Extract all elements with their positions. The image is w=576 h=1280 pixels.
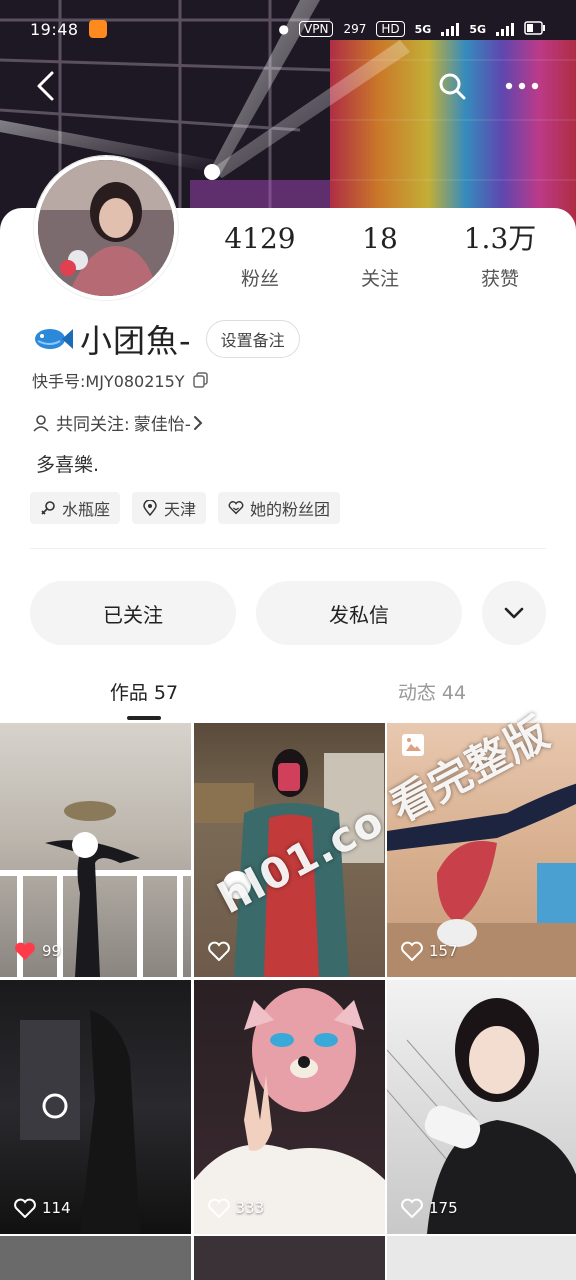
work-image — [193, 987, 385, 1234]
work-thumbnail[interactable]: 333 — [193, 979, 385, 1234]
work-thumbnail[interactable]: 99 — [0, 723, 191, 977]
heart-icon — [207, 941, 230, 961]
chevron-down-icon — [504, 607, 524, 619]
mutual-follow-label: 共同关注: — [56, 415, 130, 435]
bio-text: 多喜樂. — [36, 454, 100, 476]
stat-likes[interactable]: 1.3万 获赞 — [440, 222, 560, 291]
clock: 19:48 — [30, 19, 79, 39]
tag-constellation: 水瓶座 — [30, 492, 121, 524]
profile-actions: 已关注 发私信 — [30, 581, 546, 645]
set-remark-button[interactable]: 设置备注 — [205, 320, 300, 358]
search-icon[interactable] — [434, 68, 470, 104]
network-speed: 297 — [343, 22, 367, 36]
copy-icon[interactable] — [192, 372, 209, 388]
person-icon — [33, 414, 49, 432]
app-notification-icon — [88, 20, 107, 38]
work-image — [20, 1009, 140, 1234]
like-count-text: 114 — [42, 1198, 71, 1217]
chevron-right-icon — [193, 415, 203, 430]
hd-badge: HD — [376, 21, 405, 37]
fish-emoji-icon — [35, 329, 73, 349]
back-icon[interactable] — [28, 68, 64, 104]
network-type-1: 5G — [414, 22, 432, 36]
stat-number: 1.3万 — [463, 222, 537, 255]
stat-number: 4129 — [224, 222, 296, 255]
heart-filled-icon — [15, 942, 35, 960]
work-thumbnail[interactable]: 175 — [387, 979, 576, 1234]
tag-location: 天津 — [132, 492, 207, 524]
like-count: 175 — [401, 1198, 458, 1218]
like-count: 157 — [401, 941, 458, 961]
work-image — [387, 997, 576, 1234]
stat-number: 18 — [362, 222, 398, 255]
profile-stats: 4129 粉丝 18 关注 1.3万 获赞 — [200, 222, 560, 291]
content-tabs: 作品 57 动态 44 — [0, 672, 576, 720]
network-type-2: 5G — [469, 22, 486, 36]
female-icon — [41, 501, 55, 515]
location-icon — [143, 500, 157, 516]
heart-icon — [401, 1198, 423, 1218]
like-count-text: 157 — [429, 942, 458, 960]
stat-followers[interactable]: 4129 粉丝 — [200, 222, 320, 291]
like-count — [207, 941, 236, 961]
expand-recommendations-button[interactable] — [482, 581, 546, 645]
heart-icon — [207, 1198, 230, 1218]
work-image — [0, 801, 191, 977]
kuaishou-id-row: 快手号:MJY080215Y — [32, 368, 209, 392]
like-count: 99 — [14, 941, 61, 961]
mutual-follow-row[interactable]: 共同关注: 蒙佳怡- — [32, 410, 205, 435]
signal-bars-icon — [441, 22, 460, 36]
like-count-text: 175 — [429, 1198, 458, 1217]
send-message-button[interactable]: 发私信 — [256, 581, 462, 645]
fan-club-icon — [228, 501, 244, 515]
avatar[interactable] — [34, 156, 178, 300]
tag-label: 天津 — [164, 500, 197, 519]
works-grid: 99 157 114 333 175 — [0, 723, 576, 1280]
divider — [30, 548, 546, 549]
more-options-icon[interactable] — [504, 68, 540, 104]
album-icon — [402, 734, 424, 756]
location-status-icon: ● — [278, 22, 290, 36]
heart-icon — [401, 941, 423, 961]
stat-label: 关注 — [360, 268, 399, 290]
tag-label: 她的粉丝团 — [250, 500, 331, 519]
stat-label: 获赞 — [480, 268, 519, 290]
work-thumbnail[interactable] — [387, 1236, 576, 1280]
mutual-follow-name: 蒙佳怡- — [133, 415, 191, 435]
tag-label: 水瓶座 — [62, 500, 111, 519]
heart-icon — [14, 1198, 36, 1218]
work-thumbnail[interactable] — [193, 1236, 385, 1280]
kuaishou-id: 快手号:MJY080215Y — [32, 372, 185, 391]
stat-following[interactable]: 18 关注 — [320, 222, 440, 291]
work-thumbnail[interactable] — [0, 1236, 191, 1280]
tag-fan-club[interactable]: 她的粉丝团 — [218, 492, 341, 524]
signal-bars-icon — [496, 22, 514, 36]
profile-tags: 水瓶座 天津 她的粉丝团 — [30, 492, 341, 524]
like-count-text: 333 — [235, 1198, 265, 1217]
work-thumbnail[interactable]: 114 — [0, 979, 191, 1234]
like-count: 114 — [14, 1198, 71, 1218]
name-row: 小团魚- 设置备注 — [32, 316, 300, 362]
status-bar: 19:48 ● VPN 297 HD 5G 5G — [0, 0, 576, 58]
tab-works[interactable]: 作品 57 — [0, 672, 288, 720]
battery-icon — [524, 20, 546, 38]
like-count: 333 — [207, 1198, 265, 1218]
like-count-text: 99 — [42, 942, 62, 960]
followed-button[interactable]: 已关注 — [30, 581, 236, 645]
vpn-badge: VPN — [299, 21, 334, 37]
username: 小团魚- — [80, 322, 192, 360]
stat-label: 粉丝 — [240, 268, 279, 290]
